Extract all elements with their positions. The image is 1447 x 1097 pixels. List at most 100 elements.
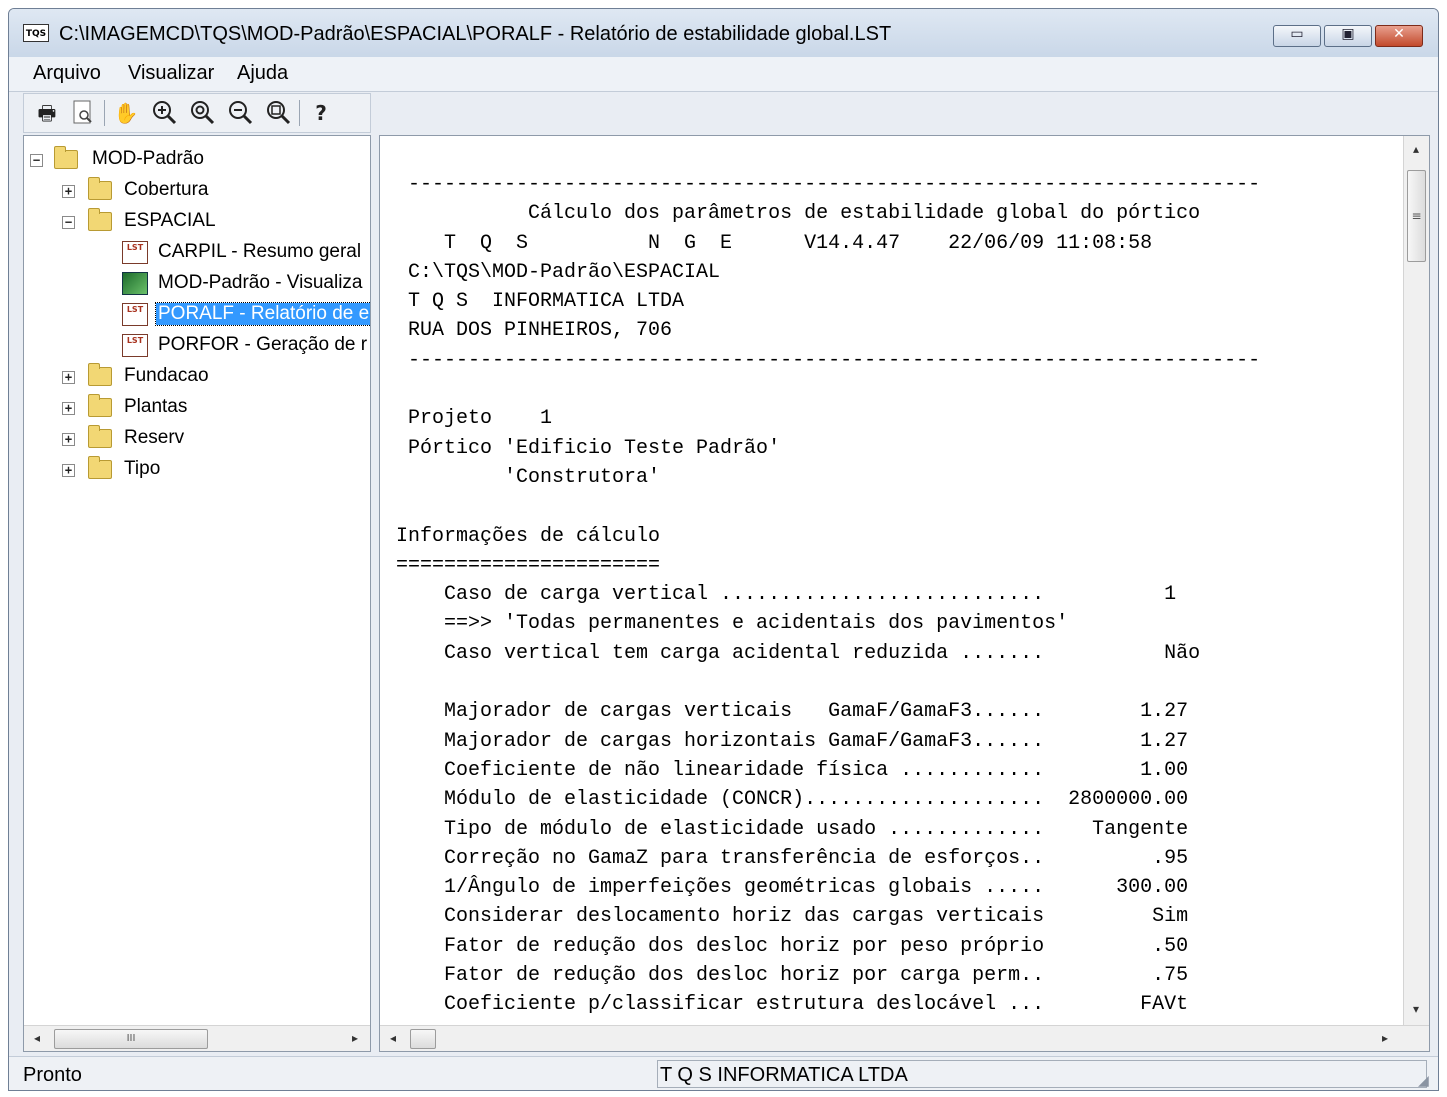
tree-label: Reserv — [124, 427, 185, 448]
scroll-left-icon[interactable]: ◂ — [28, 1029, 46, 1047]
lst-file-icon: LST — [122, 241, 148, 264]
report-line: ====================== — [384, 553, 661, 577]
3d-model-icon — [122, 272, 148, 295]
folder-icon — [88, 208, 112, 231]
folder-icon — [88, 363, 112, 386]
report-line: RUA DOS PINHEIROS, 706 — [384, 319, 673, 343]
report-line: Tipo de módulo de elasticidade usado ...… — [384, 817, 1189, 841]
help-icon[interactable]: ? — [306, 99, 336, 127]
zoom-in-icon[interactable] — [149, 99, 179, 127]
expand-icon[interactable]: + — [62, 371, 75, 384]
menu-ajuda[interactable]: Ajuda — [237, 62, 288, 85]
expand-icon[interactable]: + — [62, 433, 75, 446]
toolbar-separator — [299, 100, 300, 126]
report-horizontal-scrollbar[interactable]: ◂ ▸ — [380, 1025, 1429, 1051]
toolbar-separator — [104, 100, 105, 126]
report-line: ----------------------------------------… — [384, 348, 1261, 372]
scroll-right-icon[interactable]: ▸ — [346, 1029, 364, 1047]
folder-icon — [88, 425, 112, 448]
status-bar: Pronto T Q S INFORMATICA LTDA ◢ — [9, 1056, 1438, 1090]
scroll-thumb[interactable] — [410, 1029, 436, 1049]
close-button[interactable]: ✕ — [1375, 25, 1423, 47]
report-text: ----------------------------------------… — [384, 170, 1260, 1020]
print-preview-icon[interactable] — [68, 99, 98, 127]
folder-icon — [88, 177, 112, 200]
status-text: Pronto — [23, 1064, 82, 1086]
report-line: Coeficiente p/classificar estrutura desl… — [384, 993, 1189, 1017]
title-bar[interactable]: TQS C:\IMAGEMCD\TQS\MOD-Padrão\ESPACIAL\… — [9, 9, 1438, 58]
resize-grip-icon[interactable]: ◢ — [1418, 1073, 1434, 1089]
scroll-thumb[interactable]: ≡ — [1407, 170, 1426, 262]
report-line: Cálculo dos parâmetros de estabilidade g… — [384, 202, 1201, 226]
tree-label: MOD-Padrão - Visualiza — [158, 272, 363, 293]
report-line: T Q S N G E V14.4.47 22/06/09 11:08:58 — [384, 231, 1153, 255]
scroll-thumb[interactable]: III — [54, 1029, 208, 1049]
folder-icon — [88, 394, 112, 417]
status-company: T Q S INFORMATICA LTDA — [660, 1064, 908, 1086]
tqs-app-icon[interactable]: TQS — [23, 24, 49, 42]
report-line: Majorador de cargas verticais GamaF/Gama… — [384, 700, 1189, 724]
status-panel: T Q S INFORMATICA LTDA — [657, 1060, 1427, 1088]
tree-label: Tipo — [124, 458, 161, 479]
lst-file-icon: LST — [122, 303, 148, 326]
report-line: Informações de cálculo — [384, 524, 661, 548]
report-line: 1/Ângulo de imperfeições geométricas glo… — [384, 876, 1189, 900]
maximize-icon: ▣ — [1341, 26, 1355, 42]
report-line: Coeficiente de não linearidade física ..… — [384, 758, 1189, 782]
report-line: ==>> 'Todas permanentes e acidentais dos… — [384, 612, 1069, 636]
collapse-icon[interactable]: − — [62, 216, 75, 229]
tree-label-selected: PORALF - Relatório de e — [154, 302, 370, 326]
printer-icon[interactable]: 🖶 — [32, 99, 62, 127]
tree-horizontal-scrollbar[interactable]: ◂ III ▸ — [24, 1025, 370, 1051]
report-line: Majorador de cargas horizontais GamaF/Ga… — [384, 729, 1189, 753]
report-line: 'Construtora' — [384, 465, 661, 489]
report-line: Fator de redução dos desloc horiz por pe… — [384, 934, 1189, 958]
menu-arquivo[interactable]: Arquivo — [33, 62, 101, 85]
expand-icon[interactable]: + — [62, 402, 75, 415]
collapse-icon[interactable]: − — [30, 154, 43, 167]
report-line: Pórtico 'Edificio Teste Padrão' — [384, 436, 781, 460]
folder-icon — [54, 146, 78, 169]
tree-label: CARPIL - Resumo geral — [158, 241, 362, 262]
tree-label: Cobertura — [124, 179, 209, 200]
report-line — [384, 668, 1260, 697]
tree-label: MOD-Padrão — [92, 148, 204, 169]
window-title: C:\IMAGEMCD\TQS\MOD-Padrão\ESPACIAL\PORA… — [59, 23, 892, 45]
report-line: ----------------------------------------… — [384, 173, 1261, 196]
tree-label: PORFOR - Geração de r — [158, 334, 368, 355]
app-window: TQS C:\IMAGEMCD\TQS\MOD-Padrão\ESPACIAL\… — [8, 8, 1439, 1091]
project-tree[interactable]: − MOD-Padrão + Cobertura − ESPACIAL LST … — [23, 135, 371, 1052]
report-line: Caso de carga vertical .................… — [384, 583, 1177, 607]
menu-visualizar[interactable]: Visualizar — [128, 62, 214, 85]
report-line: Considerar deslocamento horiz das cargas… — [384, 905, 1189, 929]
hand-pan-icon[interactable]: ✋ — [111, 99, 141, 127]
close-icon: ✕ — [1393, 26, 1405, 42]
menu-bar: Arquivo Visualizar Ajuda — [9, 57, 1438, 92]
expand-icon[interactable]: + — [62, 464, 75, 477]
report-line — [384, 492, 1260, 521]
tree-label: Fundacao — [124, 365, 209, 386]
report-line: Módulo de elasticidade (CONCR)..........… — [384, 788, 1189, 812]
expand-icon[interactable]: + — [62, 185, 75, 198]
report-vertical-scrollbar[interactable]: ▴ ≡ ▾ — [1403, 136, 1429, 1025]
report-line: Projeto 1 — [384, 407, 553, 431]
folder-icon — [88, 456, 112, 479]
report-line: T Q S INFORMATICA LTDA — [384, 290, 685, 314]
minimize-icon: ▭ — [1290, 26, 1304, 42]
scroll-left-icon[interactable]: ◂ — [384, 1029, 402, 1047]
scroll-right-icon[interactable]: ▸ — [1376, 1029, 1394, 1047]
report-line: Correção no GamaZ para transferência de … — [384, 846, 1189, 870]
scroll-up-icon[interactable]: ▴ — [1407, 140, 1425, 158]
report-line — [384, 375, 1260, 404]
maximize-button[interactable]: ▣ — [1324, 25, 1372, 47]
lst-file-icon: LST — [122, 334, 148, 357]
scroll-down-icon[interactable]: ▾ — [1407, 1000, 1425, 1018]
minimize-button[interactable]: ▭ — [1273, 25, 1321, 47]
tree-label: ESPACIAL — [124, 210, 216, 231]
zoom-window-icon[interactable] — [187, 99, 217, 127]
report-line: Fator de redução dos desloc horiz por ca… — [384, 964, 1189, 988]
report-viewer[interactable]: ----------------------------------------… — [379, 135, 1430, 1052]
zoom-all-icon[interactable] — [263, 99, 293, 127]
report-line: Caso vertical tem carga acidental reduzi… — [384, 641, 1201, 665]
zoom-out-icon[interactable] — [225, 99, 255, 127]
